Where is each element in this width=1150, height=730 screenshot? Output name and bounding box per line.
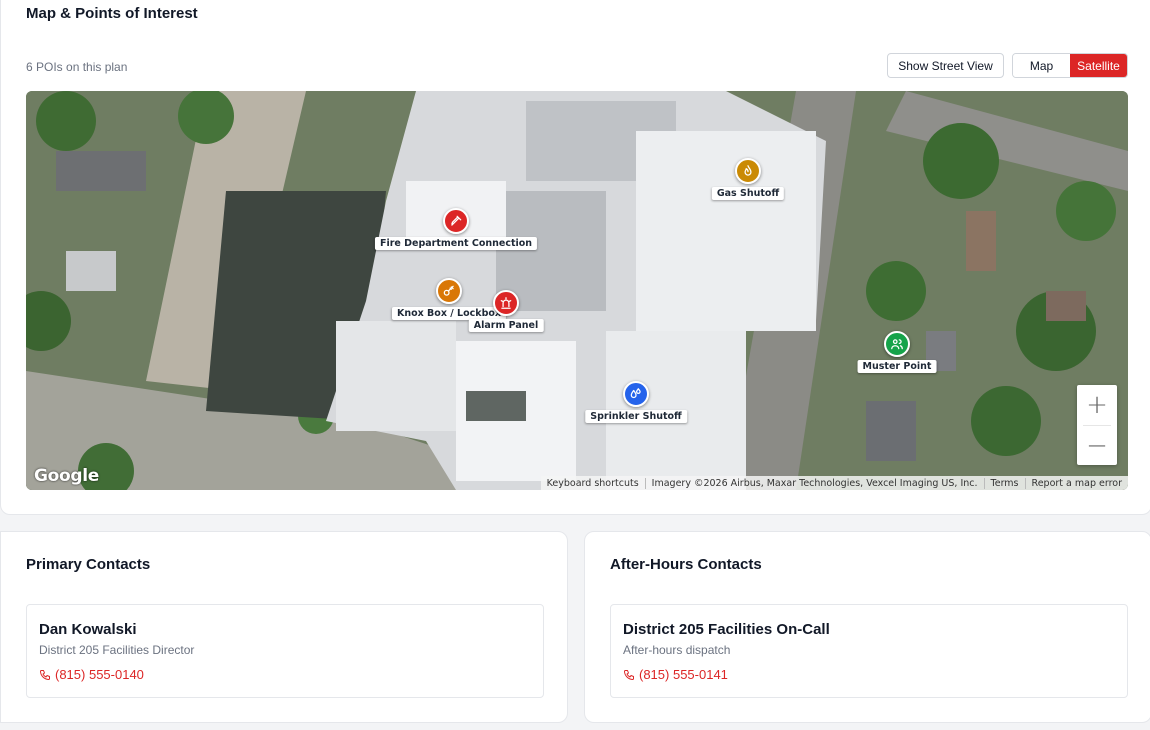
alarm-icon bbox=[493, 290, 519, 316]
map-type-toggle: Map Satellite bbox=[1012, 53, 1128, 78]
zoom-control: + − bbox=[1077, 385, 1117, 465]
contact-phone-number: (815) 555-0140 bbox=[55, 667, 144, 682]
street-view-button[interactable]: Show Street View bbox=[887, 53, 1004, 78]
contact-name: District 205 Facilities On-Call bbox=[623, 621, 830, 638]
poi-label: Alarm Panel bbox=[468, 319, 544, 332]
poi-sprinkler-shutoff[interactable]: Sprinkler Shutoff bbox=[585, 381, 687, 423]
keyboard-shortcuts-link[interactable]: Keyboard shortcuts bbox=[541, 478, 645, 489]
poi-label: Fire Department Connection bbox=[374, 237, 538, 250]
contact-phone-link[interactable]: (815) 555-0141 bbox=[623, 667, 728, 682]
satellite-imagery bbox=[26, 91, 1128, 490]
primary-contacts-card: Primary Contacts Dan Kowalski District 2… bbox=[0, 531, 568, 723]
poi-gas-shutoff[interactable]: Gas Shutoff bbox=[711, 158, 785, 200]
contact-entry: Dan Kowalski District 205 Facilities Dir… bbox=[26, 604, 544, 698]
contact-name: Dan Kowalski bbox=[39, 621, 137, 638]
poi-label: Gas Shutoff bbox=[711, 187, 785, 200]
phone-icon bbox=[624, 669, 634, 680]
map-card: Map & Points of Interest 6 POIs on this … bbox=[0, 0, 1150, 515]
zoom-in-button[interactable]: + bbox=[1077, 385, 1117, 425]
google-logo: Google bbox=[34, 466, 100, 486]
phone-icon bbox=[40, 669, 50, 680]
contact-phone-link[interactable]: (815) 555-0140 bbox=[39, 667, 144, 682]
poi-alarm-panel[interactable]: Alarm Panel bbox=[468, 290, 544, 332]
contact-phone-number: (815) 555-0141 bbox=[639, 667, 728, 682]
people-icon bbox=[884, 331, 910, 357]
droplets-icon bbox=[623, 381, 649, 407]
hydrant-icon bbox=[443, 208, 469, 234]
flame-icon bbox=[735, 158, 761, 184]
contact-role: After-hours dispatch bbox=[623, 643, 731, 657]
poi-knox-box[interactable]: Knox Box / Lockbox bbox=[391, 278, 507, 320]
map-type-satellite-button[interactable]: Satellite bbox=[1070, 54, 1127, 77]
poi-label: Muster Point bbox=[857, 360, 937, 373]
contact-entry: District 205 Facilities On-Call After-ho… bbox=[610, 604, 1128, 698]
contact-role: District 205 Facilities Director bbox=[39, 643, 195, 657]
zoom-out-button[interactable]: − bbox=[1077, 426, 1117, 466]
map-section-title: Map & Points of Interest bbox=[26, 5, 198, 22]
satellite-map[interactable]: Gas Shutoff Fire Department Connection K… bbox=[26, 91, 1128, 490]
poi-count: 6 POIs on this plan bbox=[26, 60, 128, 74]
imagery-credit: Imagery ©2026 Airbus, Maxar Technologies… bbox=[644, 477, 984, 489]
report-map-error-link[interactable]: Report a map error bbox=[1024, 477, 1128, 489]
after-hours-contacts-title: After-Hours Contacts bbox=[610, 556, 762, 573]
after-hours-contacts-card: After-Hours Contacts District 205 Facili… bbox=[584, 531, 1150, 723]
poi-fire-department-connection[interactable]: Fire Department Connection bbox=[374, 208, 538, 250]
terms-link[interactable]: Terms bbox=[983, 477, 1025, 489]
map-type-map-button[interactable]: Map bbox=[1013, 54, 1070, 77]
poi-label: Sprinkler Shutoff bbox=[585, 410, 687, 423]
map-attribution: Keyboard shortcuts Imagery ©2026 Airbus,… bbox=[540, 476, 1128, 490]
poi-muster-point[interactable]: Muster Point bbox=[857, 331, 937, 373]
key-icon bbox=[436, 278, 462, 304]
primary-contacts-title: Primary Contacts bbox=[26, 556, 151, 573]
